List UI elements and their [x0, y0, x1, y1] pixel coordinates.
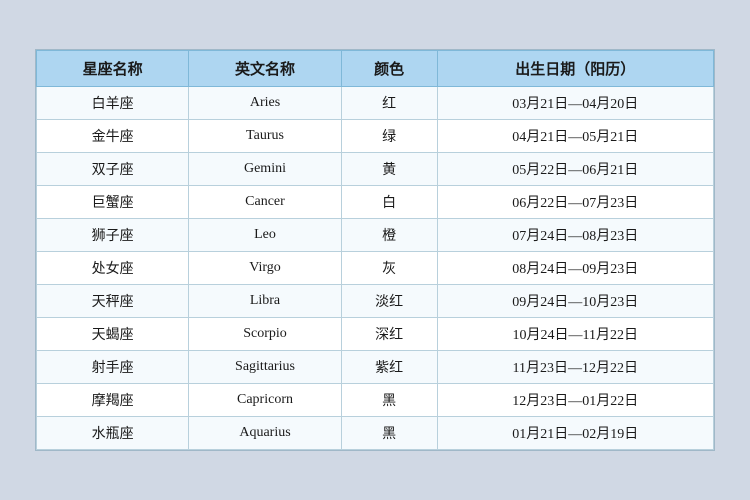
cell-english: Aquarius [189, 417, 341, 450]
cell-date: 04月21日—05月21日 [437, 120, 713, 153]
cell-chinese: 射手座 [37, 351, 189, 384]
table-body: 白羊座Aries红03月21日—04月20日金牛座Taurus绿04月21日—0… [37, 87, 714, 450]
cell-date: 11月23日—12月22日 [437, 351, 713, 384]
cell-english: Leo [189, 219, 341, 252]
cell-color: 白 [341, 186, 437, 219]
cell-english: Capricorn [189, 384, 341, 417]
table-header-row: 星座名称 英文名称 颜色 出生日期（阳历） [37, 51, 714, 87]
zodiac-table: 星座名称 英文名称 颜色 出生日期（阳历） 白羊座Aries红03月21日—04… [36, 50, 714, 450]
cell-color: 黄 [341, 153, 437, 186]
table-row: 摩羯座Capricorn黑12月23日—01月22日 [37, 384, 714, 417]
table-row: 狮子座Leo橙07月24日—08月23日 [37, 219, 714, 252]
header-chinese-name: 星座名称 [37, 51, 189, 87]
cell-english: Scorpio [189, 318, 341, 351]
table-row: 天秤座Libra淡红09月24日—10月23日 [37, 285, 714, 318]
table-row: 水瓶座Aquarius黑01月21日—02月19日 [37, 417, 714, 450]
cell-date: 10月24日—11月22日 [437, 318, 713, 351]
table-row: 处女座Virgo灰08月24日—09月23日 [37, 252, 714, 285]
cell-color: 绿 [341, 120, 437, 153]
cell-date: 03月21日—04月20日 [437, 87, 713, 120]
zodiac-table-container: 星座名称 英文名称 颜色 出生日期（阳历） 白羊座Aries红03月21日—04… [35, 49, 715, 451]
cell-color: 紫红 [341, 351, 437, 384]
header-color: 颜色 [341, 51, 437, 87]
table-row: 巨蟹座Cancer白06月22日—07月23日 [37, 186, 714, 219]
cell-date: 08月24日—09月23日 [437, 252, 713, 285]
table-row: 白羊座Aries红03月21日—04月20日 [37, 87, 714, 120]
cell-english: Taurus [189, 120, 341, 153]
cell-english: Libra [189, 285, 341, 318]
cell-date: 05月22日—06月21日 [437, 153, 713, 186]
cell-chinese: 天秤座 [37, 285, 189, 318]
cell-chinese: 白羊座 [37, 87, 189, 120]
cell-chinese: 摩羯座 [37, 384, 189, 417]
cell-color: 淡红 [341, 285, 437, 318]
cell-english: Aries [189, 87, 341, 120]
cell-chinese: 处女座 [37, 252, 189, 285]
cell-chinese: 金牛座 [37, 120, 189, 153]
table-row: 金牛座Taurus绿04月21日—05月21日 [37, 120, 714, 153]
cell-color: 红 [341, 87, 437, 120]
cell-english: Sagittarius [189, 351, 341, 384]
cell-color: 黑 [341, 384, 437, 417]
cell-color: 深红 [341, 318, 437, 351]
cell-date: 09月24日—10月23日 [437, 285, 713, 318]
cell-english: Gemini [189, 153, 341, 186]
cell-date: 12月23日—01月22日 [437, 384, 713, 417]
cell-chinese: 双子座 [37, 153, 189, 186]
cell-color: 黑 [341, 417, 437, 450]
cell-date: 01月21日—02月19日 [437, 417, 713, 450]
cell-chinese: 天蝎座 [37, 318, 189, 351]
header-birthdate: 出生日期（阳历） [437, 51, 713, 87]
table-row: 射手座Sagittarius紫红11月23日—12月22日 [37, 351, 714, 384]
cell-chinese: 巨蟹座 [37, 186, 189, 219]
cell-date: 06月22日—07月23日 [437, 186, 713, 219]
table-row: 天蝎座Scorpio深红10月24日—11月22日 [37, 318, 714, 351]
cell-chinese: 水瓶座 [37, 417, 189, 450]
table-row: 双子座Gemini黄05月22日—06月21日 [37, 153, 714, 186]
header-english-name: 英文名称 [189, 51, 341, 87]
cell-english: Cancer [189, 186, 341, 219]
cell-color: 橙 [341, 219, 437, 252]
cell-date: 07月24日—08月23日 [437, 219, 713, 252]
cell-english: Virgo [189, 252, 341, 285]
cell-color: 灰 [341, 252, 437, 285]
cell-chinese: 狮子座 [37, 219, 189, 252]
